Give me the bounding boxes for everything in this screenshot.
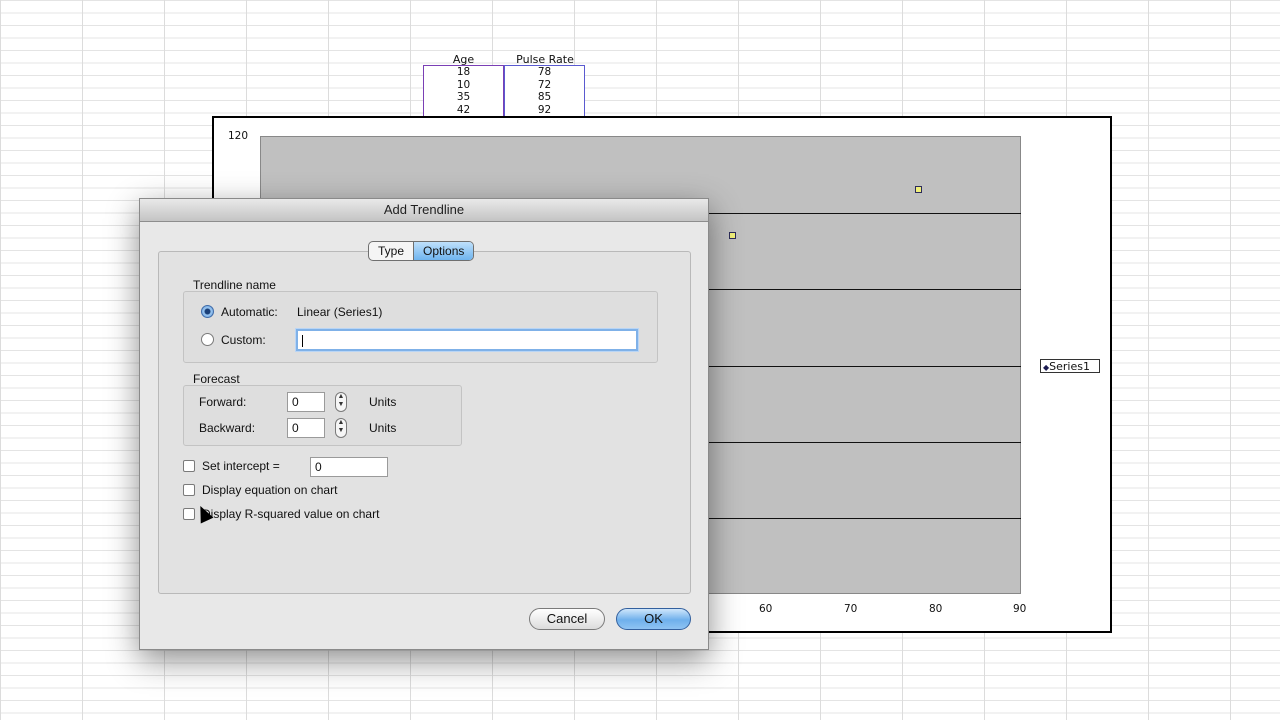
automatic-label[interactable]: Automatic:	[221, 305, 278, 319]
legend-series-label: Series1	[1049, 360, 1090, 373]
custom-name-input[interactable]	[296, 329, 638, 351]
tab-type[interactable]: Type	[369, 242, 413, 260]
tab-bar: Type Options	[368, 241, 475, 261]
tab-options[interactable]: Options	[413, 242, 474, 260]
table-cell[interactable]: 18	[424, 66, 503, 79]
backward-input[interactable]: 0	[287, 418, 325, 438]
table-cell[interactable]: 85	[505, 91, 584, 104]
trendline-name-group: Automatic: Linear (Series1) Custom:	[183, 291, 658, 363]
forward-units-label: Units	[369, 395, 397, 409]
up-arrow-icon: ▲	[337, 393, 345, 400]
table-cell[interactable]: 42	[424, 104, 503, 117]
custom-label[interactable]: Custom:	[221, 333, 266, 347]
automatic-radio[interactable]	[201, 305, 214, 318]
automatic-trendline-name: Linear (Series1)	[297, 305, 383, 319]
display-rsquared-label[interactable]: Display R-squared value on chart	[202, 507, 379, 521]
data-point[interactable]	[914, 185, 922, 193]
text-caret	[302, 334, 303, 347]
table-cell[interactable]: 78	[505, 66, 584, 79]
trendline-name-title: Trendline name	[193, 278, 276, 292]
forward-label: Forward:	[199, 395, 247, 409]
x-tick-label: 90	[1013, 603, 1027, 615]
forward-stepper[interactable]: ▲ ▼	[335, 392, 347, 412]
backward-units-label: Units	[369, 421, 397, 435]
x-tick-label: 80	[929, 603, 943, 615]
forward-input[interactable]: 0	[287, 392, 325, 412]
sheet-data-table: Age Pulse Rate 18 10 35 42 78 72 85 92	[423, 53, 586, 116]
options-pane: Trendline name Automatic: Linear (Series…	[158, 251, 691, 594]
backward-stepper[interactable]: ▲ ▼	[335, 418, 347, 438]
dialog-title[interactable]: Add Trendline	[140, 199, 708, 222]
custom-radio[interactable]	[201, 333, 214, 346]
chart-legend[interactable]: ◆Series1	[1040, 359, 1100, 373]
ok-button[interactable]: OK	[616, 608, 691, 630]
age-column: 18 10 35 42	[423, 65, 504, 116]
table-cell[interactable]: 92	[505, 104, 584, 117]
display-equation-label[interactable]: Display equation on chart	[202, 483, 337, 497]
forecast-title: Forecast	[193, 372, 240, 386]
display-equation-checkbox[interactable]	[183, 484, 195, 496]
down-arrow-icon: ▼	[337, 401, 345, 408]
table-cell[interactable]: 10	[424, 79, 503, 92]
table-cell[interactable]: 72	[505, 79, 584, 92]
x-tick-label: 60	[759, 603, 773, 615]
backward-label: Backward:	[199, 421, 256, 435]
display-rsquared-checkbox[interactable]	[183, 508, 195, 520]
data-point[interactable]	[728, 231, 736, 239]
pulse-rate-column: 78 72 85 92	[504, 65, 585, 116]
y-tick-label: 120	[228, 130, 249, 142]
up-arrow-icon: ▲	[337, 419, 345, 426]
set-intercept-label[interactable]: Set intercept =	[202, 459, 280, 473]
x-tick-label: 70	[844, 603, 858, 615]
add-trendline-dialog: Add Trendline Trendline name Automatic: …	[139, 198, 709, 650]
forecast-group: Forward: 0 ▲ ▼ Units Backward: 0 ▲ ▼ Units	[183, 385, 462, 446]
table-cell[interactable]: 35	[424, 91, 503, 104]
down-arrow-icon: ▼	[337, 427, 345, 434]
set-intercept-checkbox[interactable]	[183, 460, 195, 472]
intercept-input[interactable]: 0	[310, 457, 388, 477]
cancel-button[interactable]: Cancel	[529, 608, 605, 630]
